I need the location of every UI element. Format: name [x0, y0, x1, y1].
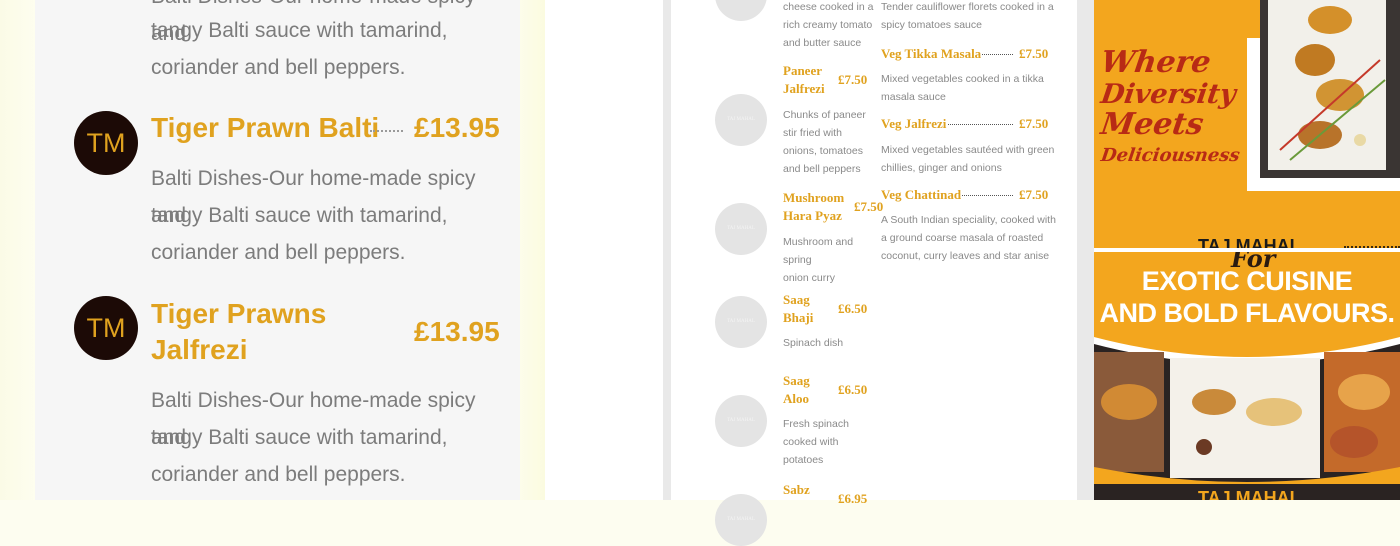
headline-line: EXOTIC CUISINE	[1141, 266, 1353, 296]
dish-price: £6.95	[838, 491, 868, 506]
dish-description: Chunks of paneer stir fried with onions,…	[783, 109, 866, 175]
dish-description: Mixed vegetables sautéed with green chil…	[881, 144, 1055, 174]
description-line: coriander and bell peppers.	[151, 463, 406, 486]
dish-thumbnail: TAJ MAHAL	[715, 0, 767, 21]
dish-price: £13.95	[414, 316, 500, 347]
dish-price: £6.50	[838, 382, 868, 397]
dish-name-line1[interactable]: Tiger Prawns	[151, 296, 326, 332]
dish-description: Tender cauliflower florets cooked in a s…	[881, 1, 1054, 31]
tagline-line: Where	[1098, 45, 1214, 80]
dish-price: £7.50	[1019, 116, 1049, 131]
dish-price: £7.50	[1019, 46, 1049, 61]
brand-name: TAJ MAHAL	[1198, 236, 1301, 248]
food-photo	[1260, 0, 1400, 178]
price-leader-dots	[370, 130, 403, 132]
dish-thumbnail: TAJ MAHAL	[715, 94, 767, 146]
dish-price: £7.50	[1019, 187, 1049, 202]
price-leader-dots	[948, 124, 1013, 125]
description-line: coriander and bell peppers.	[151, 241, 406, 264]
dish-name[interactable]: Tiger Prawn Balti	[151, 110, 379, 146]
dish-name-line2[interactable]: Jalfrezi	[151, 332, 248, 368]
description-line: tangy Balti sauce with tamarind,	[151, 204, 448, 227]
dish-price: £13.95	[414, 112, 500, 143]
tagline-line: Diversity	[1098, 79, 1238, 110]
dish-name[interactable]: Veg Chattinad	[881, 187, 961, 203]
dish-thumbnail: TAJ MAHAL	[715, 296, 767, 348]
dish-description: A South Indian speciality, cooked with a…	[881, 214, 1056, 262]
divider	[663, 0, 671, 500]
dish-price: £7.50	[838, 72, 868, 87]
description-line: tangy Balti sauce with tamarind,	[151, 426, 448, 449]
dish-description: cheese cooked in a rich creamy tomato an…	[783, 1, 874, 49]
dish-description: Fresh spinach cooked with potatoes	[783, 418, 849, 466]
dish-name[interactable]: Sabz	[783, 481, 843, 499]
dish-description: Mixed vegetables cooked in a tikka masal…	[881, 73, 1044, 103]
dish-thumbnail: TAJ MAHAL	[715, 395, 767, 447]
dish-description: Mushroom and spring onion curry	[783, 236, 854, 284]
price-leader-dots	[962, 195, 1013, 196]
promo-banner-top[interactable]: Where Diversity Meets Deliciousness TAJ …	[1094, 0, 1400, 248]
page-gutter	[545, 0, 663, 500]
dish-name[interactable]: Veg Jalfrezi	[881, 116, 946, 132]
dish-price: £7.50	[854, 199, 884, 214]
dish-name[interactable]: Paneer Jalfrezi	[783, 62, 843, 98]
tagline-line: Deliciousness	[1099, 145, 1242, 166]
tm-logo: TM	[74, 111, 138, 175]
dish-name[interactable]: Saag Aloo	[783, 372, 843, 408]
dish-name[interactable]: Mushroom Hara Pyaz	[783, 189, 853, 225]
price-leader-dots	[982, 54, 1013, 55]
dish-thumbnail: TAJ MAHAL	[715, 494, 767, 546]
dish-name[interactable]: Saag Bhaji	[783, 291, 843, 327]
divider	[1077, 0, 1094, 500]
description-line: tangy Balti sauce with tamarind,	[151, 19, 448, 42]
dish-thumbnail: TAJ MAHAL	[715, 203, 767, 255]
headline-line: AND BOLD FLAVOURS.	[1099, 298, 1396, 328]
tm-logo: TM	[74, 296, 138, 360]
brand-name: TAJ MAHAL	[1198, 488, 1301, 500]
tagline-line: Meets	[1098, 107, 1206, 142]
promo-banner-bottom[interactable]: For EXOTIC CUISINE AND BOLD FLAVOURS. TA…	[1094, 252, 1400, 500]
dish-name[interactable]: Veg Tikka Masala	[881, 46, 981, 62]
description-line: coriander and bell peppers.	[151, 56, 406, 79]
dish-price: £6.50	[838, 301, 868, 316]
dish-description: Spinach dish	[783, 337, 844, 349]
